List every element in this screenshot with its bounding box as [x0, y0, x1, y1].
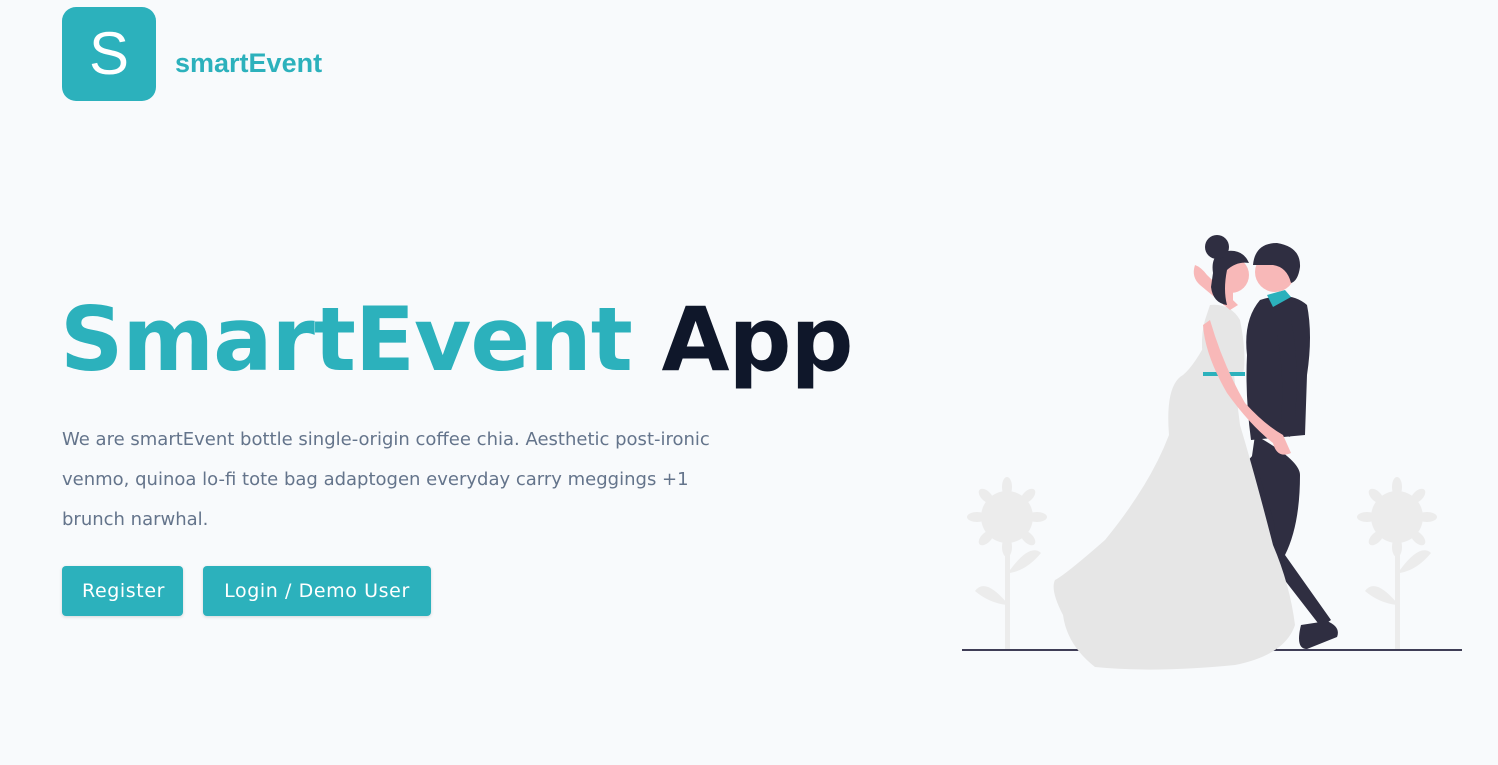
hero-description: We are smartEvent bottle single-origin c… [62, 429, 710, 530]
flower-right-icon [1357, 477, 1437, 649]
login-demo-button[interactable]: Login / Demo User [203, 566, 431, 616]
logo-letter: S [88, 20, 130, 87]
brand-name: smartEvent [175, 48, 323, 78]
wedding-couple-illustration [962, 235, 1462, 670]
hero-title-rest: App [661, 288, 853, 391]
hero-title-accent: SmartEvent [60, 288, 633, 391]
flower-left-icon [967, 477, 1047, 649]
hero-title: SmartEvent App [60, 291, 854, 389]
register-button[interactable]: Register [62, 566, 183, 616]
logo-icon: S [62, 7, 156, 101]
